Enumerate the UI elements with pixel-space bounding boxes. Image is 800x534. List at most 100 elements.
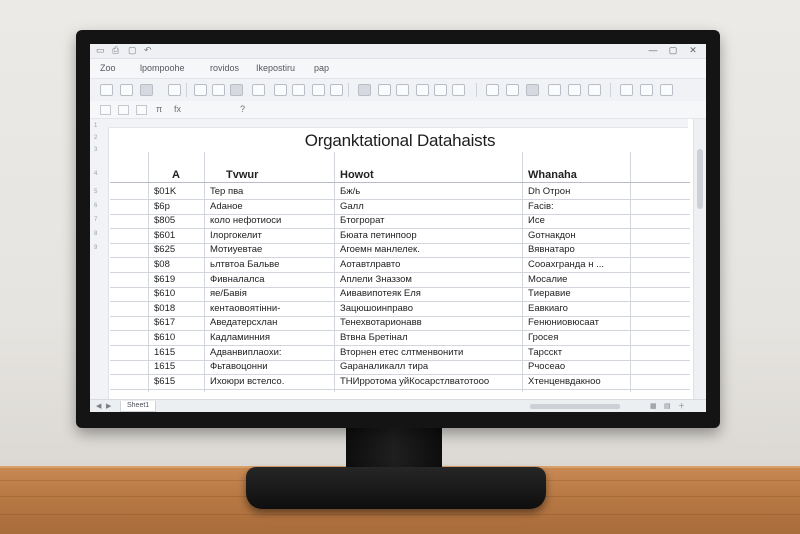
table-cell[interactable]: $018: [154, 303, 202, 315]
table-cell[interactable]: Gaлл: [340, 201, 518, 213]
table-cell[interactable]: $805: [154, 215, 202, 227]
percent-icon[interactable]: [416, 84, 429, 96]
table-cell[interactable]: Агоемн манлелек.: [340, 244, 518, 256]
table-cell[interactable]: $6p: [154, 201, 202, 213]
zoom-icon[interactable]: ＋: [678, 402, 685, 411]
menu-item-4[interactable]: Ikepostiru: [256, 62, 295, 74]
confirm-entry-icon[interactable]: [136, 105, 147, 115]
view-normal-icon[interactable]: ▦: [650, 402, 657, 411]
table-cell[interactable]: Ілоргокелит: [210, 230, 330, 242]
number-format-icon[interactable]: [396, 84, 409, 96]
table-cell[interactable]: яе/Бавія: [210, 288, 330, 300]
table-cell[interactable]: Gараналикалл тира: [340, 361, 518, 373]
conditional-format-icon[interactable]: [486, 84, 499, 96]
table-cell[interactable]: Dh Отрон: [528, 186, 628, 198]
table-cell[interactable]: $08: [154, 259, 202, 271]
sheet-tab[interactable]: Sheet1: [120, 401, 157, 412]
table-cell[interactable]: Tиеравие: [528, 288, 628, 300]
vertical-scrollbar[interactable]: [693, 119, 706, 399]
header-cell-2[interactable]: Tvwur: [226, 168, 258, 182]
table-cell[interactable]: Аотавтлравто: [340, 259, 518, 271]
table-cell[interactable]: Фьтавоцонни: [210, 361, 330, 373]
table-cell[interactable]: Адванвиплаохи:: [210, 347, 330, 359]
paste-icon[interactable]: [140, 84, 153, 96]
menu-item-5[interactable]: pap: [314, 62, 329, 74]
font-color-icon[interactable]: [292, 84, 305, 96]
cancel-entry-icon[interactable]: [118, 105, 129, 115]
table-cell[interactable]: 1615: [154, 361, 202, 373]
table-cell[interactable]: Кадламинния: [210, 332, 330, 344]
menu-item-1[interactable]: Zoo: [100, 62, 116, 74]
minimize-button[interactable]: —: [644, 44, 662, 57]
find-icon[interactable]: [660, 84, 673, 96]
sort-icon[interactable]: [640, 84, 653, 96]
table-cell[interactable]: $610: [154, 332, 202, 344]
cell-styles-icon[interactable]: [526, 84, 539, 96]
table-cell[interactable]: Ихоюри встелсо.: [210, 376, 330, 388]
table-cell[interactable]: Исе: [528, 215, 628, 227]
sum-icon[interactable]: [620, 84, 633, 96]
merge-icon[interactable]: [358, 84, 371, 96]
table-cell[interactable]: Мосалие: [528, 274, 628, 286]
table-cell[interactable]: Gотнакдон: [528, 230, 628, 242]
header-cell-4[interactable]: Whanaha: [528, 168, 577, 182]
horizontal-scroll-thumb[interactable]: [530, 404, 620, 409]
format-painter-icon[interactable]: [168, 84, 181, 96]
table-cell[interactable]: Фивналалса: [210, 274, 330, 286]
delete-icon[interactable]: [568, 84, 581, 96]
table-cell[interactable]: Хтенценвдакноо: [528, 376, 628, 388]
save-icon[interactable]: ⎙: [112, 45, 119, 56]
table-cell[interactable]: Гросея: [528, 332, 628, 344]
table-cell[interactable]: 1615: [154, 347, 202, 359]
table-cell[interactable]: $617: [154, 317, 202, 329]
cut-icon[interactable]: [100, 84, 113, 96]
table-cell[interactable]: Tep пва: [210, 186, 330, 198]
table-cell[interactable]: Еавкиаго: [528, 303, 628, 315]
wrap-text-icon[interactable]: [378, 84, 391, 96]
table-cell[interactable]: Fенюниовюсаат: [528, 317, 628, 329]
border-icon[interactable]: [252, 84, 265, 96]
scroll-thumb[interactable]: [697, 149, 703, 209]
align-center-icon[interactable]: [330, 84, 343, 96]
sheet-title[interactable]: Organktational Datahaists: [110, 131, 690, 151]
maximize-button[interactable]: ▢: [664, 44, 682, 57]
copy-icon[interactable]: [120, 84, 133, 96]
undo-icon[interactable]: ↶: [144, 45, 152, 56]
table-cell[interactable]: Тенехвотарионавв: [340, 317, 518, 329]
insert-icon[interactable]: [548, 84, 561, 96]
table-cell[interactable]: Мотиуевтае: [210, 244, 330, 256]
name-box[interactable]: π: [156, 104, 162, 115]
table-cell[interactable]: Сооахгранда н ...: [528, 259, 628, 271]
format-icon[interactable]: [588, 84, 601, 96]
table-cell[interactable]: Faсів:: [528, 201, 628, 213]
header-cell-3[interactable]: Howot: [340, 168, 374, 182]
table-cell[interactable]: Бтогрорат: [340, 215, 518, 227]
table-cell[interactable]: коло нефотиоси: [210, 215, 330, 227]
table-cell[interactable]: Бюата петинпоор: [340, 230, 518, 242]
underline-icon[interactable]: [230, 84, 243, 96]
align-left-icon[interactable]: [312, 84, 325, 96]
table-cell[interactable]: Бж/ь: [340, 186, 518, 198]
table-format-icon[interactable]: [506, 84, 519, 96]
bold-icon[interactable]: [194, 84, 207, 96]
column-headers[interactable]: [108, 119, 688, 128]
table-cell[interactable]: $601: [154, 230, 202, 242]
table-cell[interactable]: $625: [154, 244, 202, 256]
menu-item-2[interactable]: lpompoohe: [140, 62, 185, 74]
table-cell[interactable]: кентаовоятінни-: [210, 303, 330, 315]
table-cell[interactable]: Зацюшоинправо: [340, 303, 518, 315]
table-cell[interactable]: Тарсскт: [528, 347, 628, 359]
table-cell[interactable]: Аплели Зназзом: [340, 274, 518, 286]
table-cell[interactable]: ьлтвтоа Бальве: [210, 259, 330, 271]
table-cell[interactable]: Аивавипотеяк Еля: [340, 288, 518, 300]
fill-color-icon[interactable]: [274, 84, 287, 96]
table-cell[interactable]: ТНИрротома уйКосарстлватотооо: [340, 376, 518, 388]
table-cell[interactable]: Adaное: [210, 201, 330, 213]
table-cell[interactable]: $615: [154, 376, 202, 388]
fx-icon[interactable]: fx: [174, 104, 181, 115]
new-icon[interactable]: ▢: [128, 45, 137, 56]
menu-item-3[interactable]: rovidos: [210, 62, 239, 74]
table-cell[interactable]: Вявнатаро: [528, 244, 628, 256]
next-sheet-icon[interactable]: ▶: [106, 402, 111, 411]
table-cell[interactable]: $01K: [154, 186, 202, 198]
